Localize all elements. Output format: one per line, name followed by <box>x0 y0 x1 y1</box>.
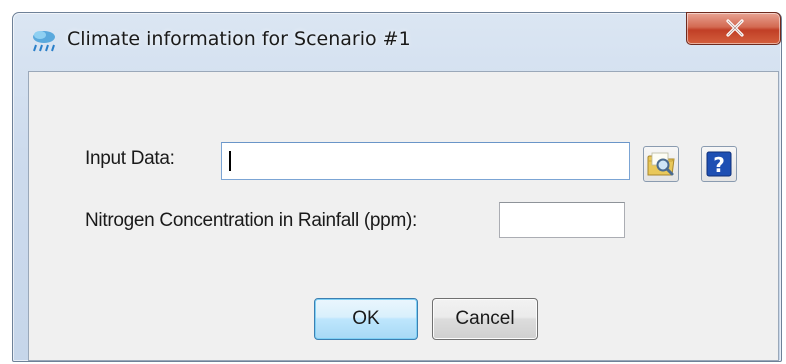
dialog-window: Climate information for Scenario #1 Inpu… <box>12 12 782 362</box>
window-title: Climate information for Scenario #1 <box>67 28 411 50</box>
browse-button[interactable] <box>643 146 679 182</box>
help-button[interactable]: ? <box>701 146 737 182</box>
close-button[interactable] <box>686 12 781 45</box>
nitrogen-concentration-field[interactable] <box>499 202 625 238</box>
cancel-button[interactable]: Cancel <box>432 298 538 340</box>
folder-search-icon <box>647 152 675 176</box>
text-caret <box>229 151 231 171</box>
climate-app-icon <box>31 29 57 53</box>
title-bar[interactable]: Climate information for Scenario #1 <box>13 12 781 63</box>
svg-text:?: ? <box>713 153 725 177</box>
input-data-label: Input Data: <box>85 148 175 169</box>
nitrogen-concentration-label: Nitrogen Concentration in Rainfall (ppm)… <box>85 210 417 231</box>
question-mark-icon: ? <box>706 151 732 177</box>
input-data-field[interactable] <box>221 142 630 180</box>
ok-button[interactable]: OK <box>314 298 418 340</box>
close-x-icon <box>726 19 744 37</box>
dialog-client-area: Input Data: ? Nitrogen Concentration in … <box>28 71 779 361</box>
